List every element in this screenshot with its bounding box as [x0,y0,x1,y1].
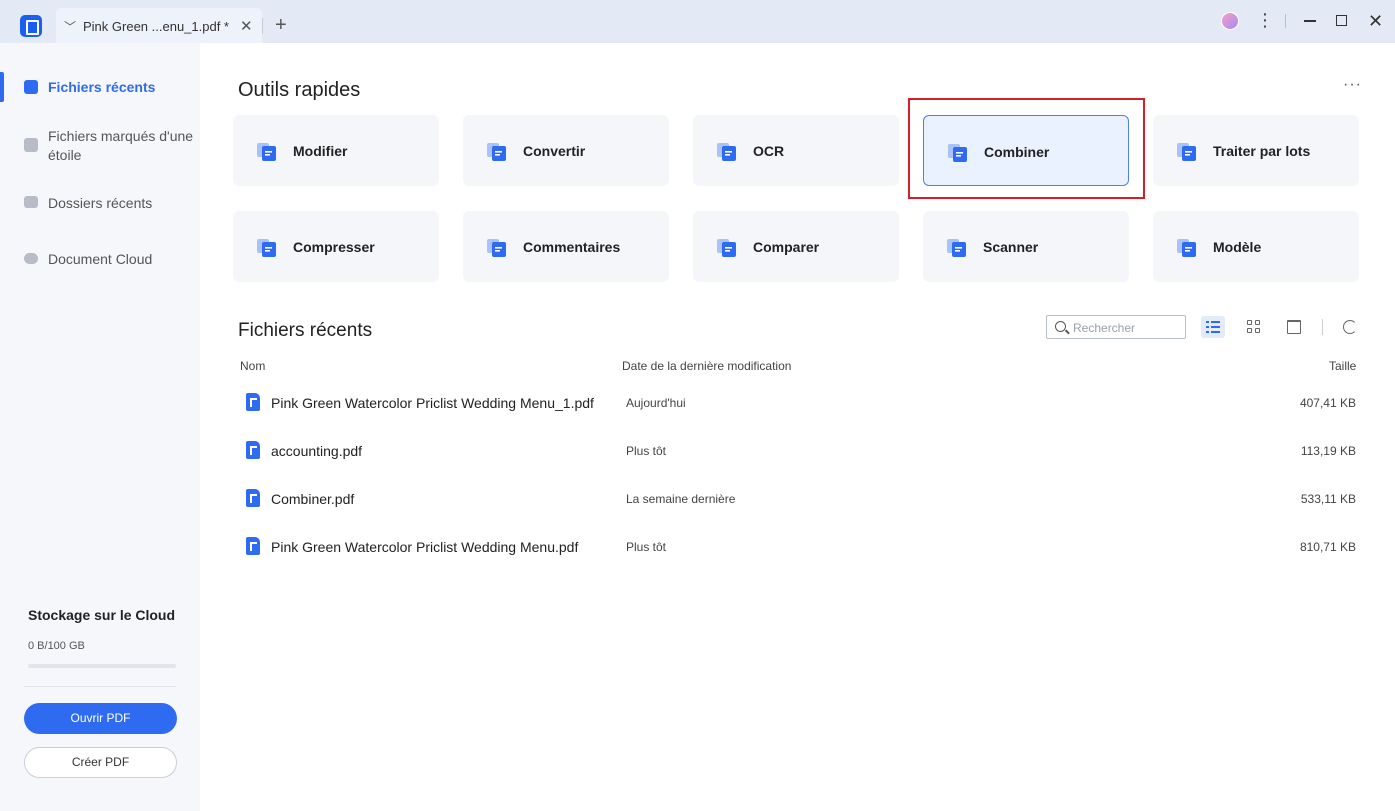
edit-icon [255,139,279,163]
refresh-icon[interactable] [1343,320,1357,334]
list-view-icon [1206,321,1220,333]
tool-label: Modifier [293,143,348,159]
tab-label: Pink Green ...enu_1.pdf * [83,19,229,34]
folder-icon [24,196,38,208]
file-size: 113,19 KB [1300,444,1356,458]
sidebar: Fichiers récents Fichiers marqués d'une … [0,43,200,811]
tool-label: Commentaires [523,239,621,255]
column-header-name[interactable]: Nom [240,359,265,373]
star-icon [24,138,38,152]
cloud-storage-value: 0 B/100 GB [28,640,85,652]
minimize-icon[interactable] [1304,20,1316,22]
table-row[interactable]: accounting.pdf Plus tôt 113,19 KB [238,429,1360,469]
quick-tools-title: Outils rapides [238,79,361,101]
tool-label: Compresser [293,239,375,255]
tool-label: Traiter par lots [1213,143,1311,159]
grid-view-icon [1247,320,1261,334]
app-logo-icon[interactable] [20,15,42,37]
sidebar-item-label: Fichiers marqués d'une étoile [48,128,194,163]
file-name: Combiner.pdf [271,491,355,507]
tool-card-convert[interactable]: Convertir [463,115,669,186]
tool-label: Modèle [1213,239,1262,255]
search-input[interactable] [1073,319,1181,336]
search-icon [1055,321,1066,332]
file-size: 407,41 KB [1299,396,1356,410]
sidebar-item-starred-files[interactable]: Fichiers marqués d'une étoile [0,126,200,168]
tool-card-batch[interactable]: Traiter par lots [1153,115,1359,186]
list-view-button[interactable] [1201,316,1225,338]
tool-label: OCR [753,143,785,159]
table-row[interactable]: Pink Green Watercolor Priclist Wedding M… [238,525,1360,565]
batch-icon [1175,139,1199,163]
file-date: Aujourd'hui [626,396,686,410]
close-tab-icon[interactable]: ✕ [240,17,253,35]
sidebar-item-recent-folders[interactable]: Dossiers récents [0,191,200,219]
sidebar-item-label: Fichiers récents [48,79,156,95]
pdf-file-icon [246,489,260,507]
user-avatar-icon[interactable] [1221,12,1239,30]
ocr-icon [715,139,739,163]
file-date: Plus tôt [626,444,667,458]
grid-view-button[interactable] [1242,316,1266,338]
tab-divider [262,18,263,34]
sidebar-item-label: Document Cloud [48,251,153,267]
file-name: Pink Green Watercolor Priclist Wedding M… [271,395,594,411]
cloud-icon [24,253,38,264]
pdf-file-icon [246,393,260,411]
search-box[interactable] [1046,315,1186,339]
toolbar-divider [1322,319,1323,335]
file-name: accounting.pdf [271,443,363,459]
window-controls-divider [1285,14,1286,28]
tool-card-compare[interactable]: Comparer [693,211,899,282]
tool-card-scanner[interactable]: Scanner [923,211,1129,282]
scanner-icon [945,235,969,259]
trash-icon [1287,320,1301,334]
combine-highlight-box [908,98,1145,199]
sidebar-item-document-cloud[interactable]: Document Cloud [0,247,200,275]
cloud-storage-title: Stockage sur le Cloud [28,607,176,623]
file-size: 533,11 KB [1300,492,1356,506]
tool-card-edit[interactable]: Modifier [233,115,439,186]
sidebar-divider [24,686,176,687]
more-options-icon[interactable]: ⋮ [1256,9,1274,31]
column-header-size[interactable]: Taille [1329,359,1356,373]
new-tab-button[interactable]: + [275,14,287,36]
tool-card-template[interactable]: Modèle [1153,211,1359,282]
sidebar-item-recent-files[interactable]: Fichiers récents [0,72,200,102]
convert-icon [485,139,509,163]
tool-label: Comparer [753,239,820,255]
compare-icon [715,235,739,259]
tool-label: Scanner [983,239,1039,255]
sidebar-item-label: Dossiers récents [48,195,153,211]
file-date: La semaine dernière [626,492,736,506]
clear-history-button[interactable] [1282,316,1306,338]
pdf-file-icon [246,441,260,459]
more-tools-icon[interactable]: ··· [1343,76,1362,94]
file-date: Plus tôt [626,540,667,554]
column-header-date[interactable]: Date de la dernière modification [622,359,791,373]
table-row[interactable]: Pink Green Watercolor Priclist Wedding M… [238,381,1360,421]
title-bar: ﹀ Pink Green ...enu_1.pdf * ✕ + ⋮ ✕ [0,0,1395,43]
tool-card-comment[interactable]: Commentaires [463,211,669,282]
comment-icon [485,235,509,259]
file-name: Pink Green Watercolor Priclist Wedding M… [271,539,579,555]
create-pdf-button[interactable]: Créer PDF [24,747,177,778]
table-row[interactable]: Combiner.pdf La semaine dernière 533,11 KB [238,477,1360,517]
template-icon [1175,235,1199,259]
active-indicator [0,72,4,102]
chevron-down-icon[interactable]: ﹀ [64,18,76,35]
tool-card-compress[interactable]: Compresser [233,211,439,282]
maximize-icon[interactable] [1336,15,1347,26]
cloud-storage-bar [28,664,176,668]
close-window-icon[interactable]: ✕ [1368,10,1383,32]
recent-files-title: Fichiers récents [238,320,373,341]
compress-icon [255,235,279,259]
document-tab[interactable]: ﹀ Pink Green ...enu_1.pdf * ✕ [56,8,262,43]
tool-label: Convertir [523,143,586,159]
tool-card-ocr[interactable]: OCR [693,115,899,186]
file-size: 810,71 KB [1299,540,1356,554]
recent-files-icon [24,80,38,94]
pdf-file-icon [246,537,260,555]
open-pdf-button[interactable]: Ouvrir PDF [24,703,177,734]
